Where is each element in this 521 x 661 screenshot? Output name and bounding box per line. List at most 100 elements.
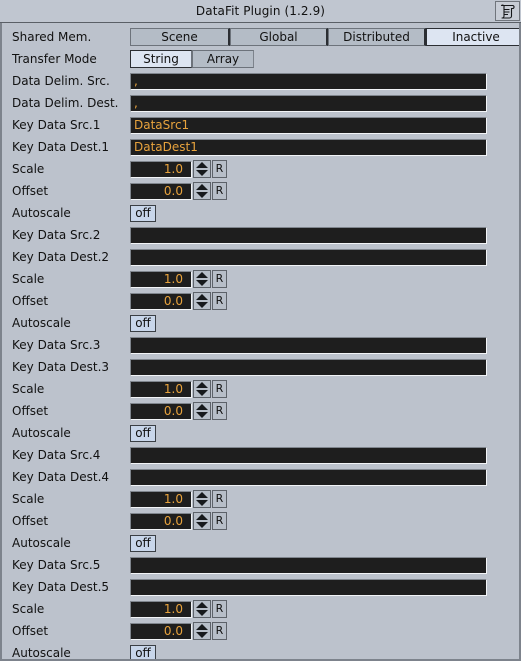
scale-input[interactable]: 1.0 [130, 271, 192, 288]
key-data-src-row: Key Data Src.2 [2, 224, 519, 246]
offset-input[interactable]: 0.0 [130, 513, 192, 530]
decrement-arrow-icon[interactable] [196, 500, 208, 506]
key-data-src-label: Key Data Src.3 [12, 338, 130, 352]
offset-row: Offset 0.0 R [2, 400, 519, 422]
increment-arrow-icon[interactable] [196, 272, 208, 278]
offset-stepper[interactable] [193, 402, 211, 420]
offset-input[interactable]: 0.0 [130, 293, 192, 310]
offset-reset-button[interactable]: R [212, 402, 227, 420]
shared-mem-tabs: Scene Global Distributed Inactive [130, 28, 521, 46]
decrement-arrow-icon[interactable] [196, 522, 208, 528]
plugin-settings-panel: Shared Mem. Scene Global Distributed Ina… [0, 23, 521, 661]
offset-stepper[interactable] [193, 292, 211, 310]
data-delim-dest-row: Data Delim. Dest. , [2, 92, 519, 114]
scale-reset-button[interactable]: R [212, 600, 227, 618]
scroll-document-icon[interactable] [495, 1, 520, 21]
key-data-src-input[interactable] [130, 447, 487, 464]
scale-input[interactable]: 1.0 [130, 381, 192, 398]
scale-reset-button[interactable]: R [212, 380, 227, 398]
tab-global[interactable]: Global [230, 28, 328, 46]
autoscale-toggle[interactable]: off [130, 645, 156, 661]
offset-label: Offset [12, 514, 130, 528]
increment-arrow-icon[interactable] [196, 184, 208, 190]
key-data-dest-input[interactable] [130, 469, 487, 486]
scale-stepper[interactable] [193, 490, 211, 508]
key-data-dest-input[interactable] [130, 359, 487, 376]
scale-input[interactable]: 1.0 [130, 601, 192, 618]
increment-arrow-icon[interactable] [196, 294, 208, 300]
decrement-arrow-icon[interactable] [196, 610, 208, 616]
decrement-arrow-icon[interactable] [196, 170, 208, 176]
autoscale-toggle[interactable]: off [130, 315, 156, 332]
offset-input[interactable]: 0.0 [130, 403, 192, 420]
decrement-arrow-icon[interactable] [196, 632, 208, 638]
autoscale-row: Autoscale off [2, 532, 519, 554]
increment-arrow-icon[interactable] [196, 492, 208, 498]
data-delim-src-input[interactable]: , [130, 73, 487, 90]
decrement-arrow-icon[interactable] [196, 192, 208, 198]
key-data-dest-label: Key Data Dest.4 [12, 470, 130, 484]
offset-input[interactable]: 0.0 [130, 623, 192, 640]
scale-input[interactable]: 1.0 [130, 161, 192, 178]
window-titlebar: DataFit Plugin (1.2.9) [0, 0, 521, 23]
scale-stepper[interactable] [193, 160, 211, 178]
autoscale-toggle[interactable]: off [130, 535, 156, 552]
key-data-group: Key Data Src.2 Key Data Dest.2 Scale 1.0… [2, 224, 519, 334]
scale-stepper[interactable] [193, 380, 211, 398]
decrement-arrow-icon[interactable] [196, 412, 208, 418]
increment-arrow-icon[interactable] [196, 514, 208, 520]
scale-row: Scale 1.0 R [2, 268, 519, 290]
key-data-src-row: Key Data Src.3 [2, 334, 519, 356]
scale-label: Scale [12, 492, 130, 506]
offset-reset-button[interactable]: R [212, 622, 227, 640]
key-data-src-row: Key Data Src.1 DataSrc1 [2, 114, 519, 136]
scale-stepper[interactable] [193, 270, 211, 288]
scale-reset-button[interactable]: R [212, 490, 227, 508]
offset-stepper[interactable] [193, 182, 211, 200]
shared-mem-row: Shared Mem. Scene Global Distributed Ina… [2, 26, 519, 48]
key-data-src-input[interactable]: DataSrc1 [130, 117, 487, 134]
scale-label: Scale [12, 162, 130, 176]
offset-input[interactable]: 0.0 [130, 183, 192, 200]
offset-reset-button[interactable]: R [212, 292, 227, 310]
tab-scene[interactable]: Scene [130, 28, 230, 46]
autoscale-row: Autoscale off [2, 642, 519, 661]
autoscale-row: Autoscale off [2, 202, 519, 224]
key-data-dest-input[interactable]: DataDest1 [130, 139, 487, 156]
increment-arrow-icon[interactable] [196, 624, 208, 630]
key-data-src-input[interactable] [130, 337, 487, 354]
key-data-dest-input[interactable] [130, 579, 487, 596]
increment-arrow-icon[interactable] [196, 602, 208, 608]
offset-stepper[interactable] [193, 512, 211, 530]
tab-string[interactable]: String [130, 50, 192, 68]
offset-reset-button[interactable]: R [212, 512, 227, 530]
key-data-src-label: Key Data Src.4 [12, 448, 130, 462]
offset-label: Offset [12, 294, 130, 308]
scale-stepper[interactable] [193, 600, 211, 618]
autoscale-toggle[interactable]: off [130, 205, 156, 222]
data-delim-dest-input[interactable]: , [130, 95, 487, 112]
scale-input[interactable]: 1.0 [130, 491, 192, 508]
tab-array[interactable]: Array [192, 50, 254, 68]
key-data-src-input[interactable] [130, 227, 487, 244]
decrement-arrow-icon[interactable] [196, 280, 208, 286]
tab-inactive[interactable]: Inactive [426, 28, 521, 46]
offset-stepper[interactable] [193, 622, 211, 640]
transfer-mode-label: Transfer Mode [12, 52, 130, 66]
autoscale-toggle[interactable]: off [130, 425, 156, 442]
scale-row: Scale 1.0 R [2, 378, 519, 400]
key-data-dest-row: Key Data Dest.2 [2, 246, 519, 268]
scale-reset-button[interactable]: R [212, 270, 227, 288]
decrement-arrow-icon[interactable] [196, 390, 208, 396]
tab-distributed[interactable]: Distributed [328, 28, 426, 46]
offset-row: Offset 0.0 R [2, 620, 519, 642]
decrement-arrow-icon[interactable] [196, 302, 208, 308]
increment-arrow-icon[interactable] [196, 404, 208, 410]
key-data-dest-input[interactable] [130, 249, 487, 266]
shared-mem-label: Shared Mem. [12, 30, 130, 44]
increment-arrow-icon[interactable] [196, 162, 208, 168]
increment-arrow-icon[interactable] [196, 382, 208, 388]
key-data-src-input[interactable] [130, 557, 487, 574]
scale-reset-button[interactable]: R [212, 160, 227, 178]
offset-reset-button[interactable]: R [212, 182, 227, 200]
